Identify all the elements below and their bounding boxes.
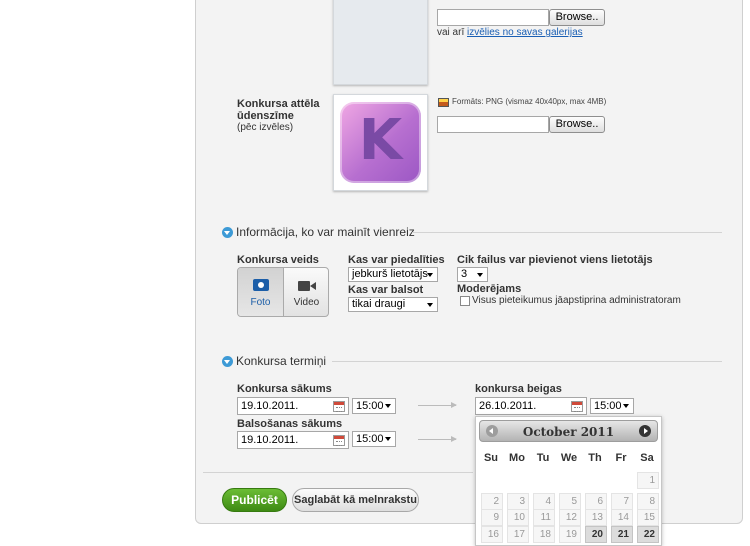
vote-start-time-value: 15:00 [356, 433, 384, 445]
participate-value: jebkurš lietotājs [352, 268, 428, 280]
footer-divider [203, 472, 473, 473]
watermark-letter: K [358, 108, 403, 173]
calendar-title: October 2011 [522, 425, 615, 439]
section-divider [412, 232, 722, 233]
section-info-title[interactable]: Informācija, ko var mainīt vienreiz [236, 225, 415, 239]
calendar-day[interactable]: 4 [533, 493, 555, 510]
participate-label: Kas var piedalīties [348, 254, 445, 266]
calendar-icon[interactable] [333, 401, 345, 412]
type-toggle: Foto Video [237, 267, 329, 317]
video-camera-icon [298, 281, 310, 291]
type-photo-label: Foto [250, 297, 271, 308]
gallery-text: vai arī izvēlies no savas galerijas [437, 27, 583, 38]
calendar-day[interactable]: 14 [611, 509, 633, 526]
gallery-link[interactable]: izvēlies no savas galerijas [467, 27, 583, 38]
cover-browse-button[interactable]: Browse.. [549, 9, 605, 26]
format-text: Formāts: PNG (vismaz 40x40px, max 4MB) [452, 97, 607, 106]
start-time-select[interactable]: 15:00 [352, 398, 396, 414]
camera-icon [253, 279, 269, 291]
watermark-browse-button[interactable]: Browse.. [549, 116, 605, 133]
calendar-day[interactable]: 7 [611, 493, 633, 510]
save-draft-button[interactable]: Saglabāt kā melnrakstu [292, 488, 419, 512]
type-video-label: Video [293, 297, 320, 308]
next-month-icon[interactable] [639, 425, 651, 437]
vote-start-date-input[interactable]: 19.10.2011. [237, 431, 349, 449]
watermark-optional: (pēc izvēles) [237, 122, 294, 133]
calendar-weekday: We [560, 452, 578, 464]
calendar-day[interactable]: 8 [637, 493, 659, 510]
chevron-down-icon [385, 404, 391, 408]
moderated-checkbox[interactable] [460, 296, 470, 306]
calendar-weekday: Th [588, 452, 602, 464]
publish-button[interactable]: Publicēt [222, 488, 287, 512]
end-date-value: 26.10.2011. [479, 400, 537, 412]
start-date-value: 19.10.2011. [241, 400, 299, 412]
calendar-weekday: Fr [615, 452, 627, 464]
section-dates-title[interactable]: Konkursa termiņi [236, 354, 326, 368]
start-time-value: 15:00 [356, 400, 384, 412]
cover-image-preview [333, 0, 428, 85]
calendar-day[interactable]: 6 [585, 493, 607, 510]
calendar-day[interactable]: 3 [507, 493, 529, 510]
vote-value: tikai draugi [352, 298, 406, 310]
chevron-down-icon [427, 303, 433, 307]
calendar-weekday: Tu [536, 452, 550, 464]
expand-icon[interactable] [222, 227, 233, 238]
calendar-weekday: Su [483, 452, 499, 464]
type-label: Konkursa veids [237, 254, 319, 266]
vote-start-time-select[interactable]: 15:00 [352, 431, 396, 447]
calendar-header: October 2011 [479, 420, 658, 442]
calendar-weekday: Mo [509, 452, 525, 464]
section-divider [332, 361, 722, 362]
participate-select[interactable]: jebkurš lietotājs [348, 267, 438, 282]
chevron-down-icon [477, 273, 483, 277]
files-select[interactable]: 3 [457, 267, 488, 282]
calendar-weekday: Sa [640, 452, 654, 464]
calendar-day[interactable]: 11 [533, 509, 555, 526]
watermark-label-line2: ūdenszīme [237, 110, 294, 122]
chevron-down-icon [427, 273, 433, 277]
moderated-checkbox-label: Visus pieteikumus jāapstiprina administr… [472, 295, 681, 306]
chevron-down-icon [385, 437, 391, 441]
end-time-value: 15:00 [594, 400, 622, 412]
expand-icon[interactable] [222, 356, 233, 367]
arrow-right-icon [418, 402, 457, 408]
image-format-icon [438, 98, 449, 107]
calendar-day[interactable]: 13 [585, 509, 607, 526]
gallery-prefix: vai arī [437, 27, 468, 38]
start-date-input[interactable]: 19.10.2011. [237, 397, 349, 415]
arrow-right-icon [418, 436, 457, 442]
calendar-day[interactable]: 5 [559, 493, 581, 510]
type-video-button[interactable]: Video [284, 268, 328, 316]
calendar-day[interactable]: 9 [481, 509, 503, 526]
calendar-icon[interactable] [333, 435, 345, 446]
calendar-day[interactable]: 1 [637, 472, 659, 489]
watermark-label-line1: Konkursa attēla [237, 98, 320, 110]
chevron-down-icon [623, 404, 629, 408]
watermark-label: Konkursa attēla ūdenszīme [237, 98, 320, 122]
watermark-image: K [340, 102, 421, 183]
files-value: 3 [461, 268, 468, 280]
watermark-file-input[interactable] [437, 116, 549, 133]
video-camera-lens [310, 282, 316, 290]
vote-select[interactable]: tikai draugi [348, 297, 438, 312]
date-picker-popup: October 2011 Su Mo Tu We Th Fr Sa 1 2 3 4 5 6 7 8 9 10 11… [475, 416, 662, 546]
calendar-day[interactable]: 10 [507, 509, 529, 526]
end-time-select[interactable]: 15:00 [590, 398, 634, 414]
type-photo-button[interactable]: Foto [238, 268, 284, 316]
calendar-icon[interactable] [571, 401, 583, 412]
calendar-day[interactable]: 2 [481, 493, 503, 510]
moderated-label: Moderējams [457, 283, 522, 295]
vote-label: Kas var balsot [348, 284, 424, 296]
start-label: Konkursa sākums [237, 383, 332, 395]
vote-start-label: Balsošanas sākums [237, 418, 343, 430]
calendar-day[interactable]: 15 [637, 509, 659, 526]
end-label: konkursa beigas [475, 383, 562, 395]
files-label: Cik failus var pievienot viens lietotājs [457, 254, 653, 266]
watermark-preview: K [333, 94, 428, 191]
end-date-input[interactable]: 26.10.2011. [475, 397, 587, 415]
cover-file-input[interactable] [437, 9, 549, 26]
calendar-day[interactable]: 12 [559, 509, 581, 526]
vote-start-date-value: 19.10.2011. [241, 434, 299, 446]
